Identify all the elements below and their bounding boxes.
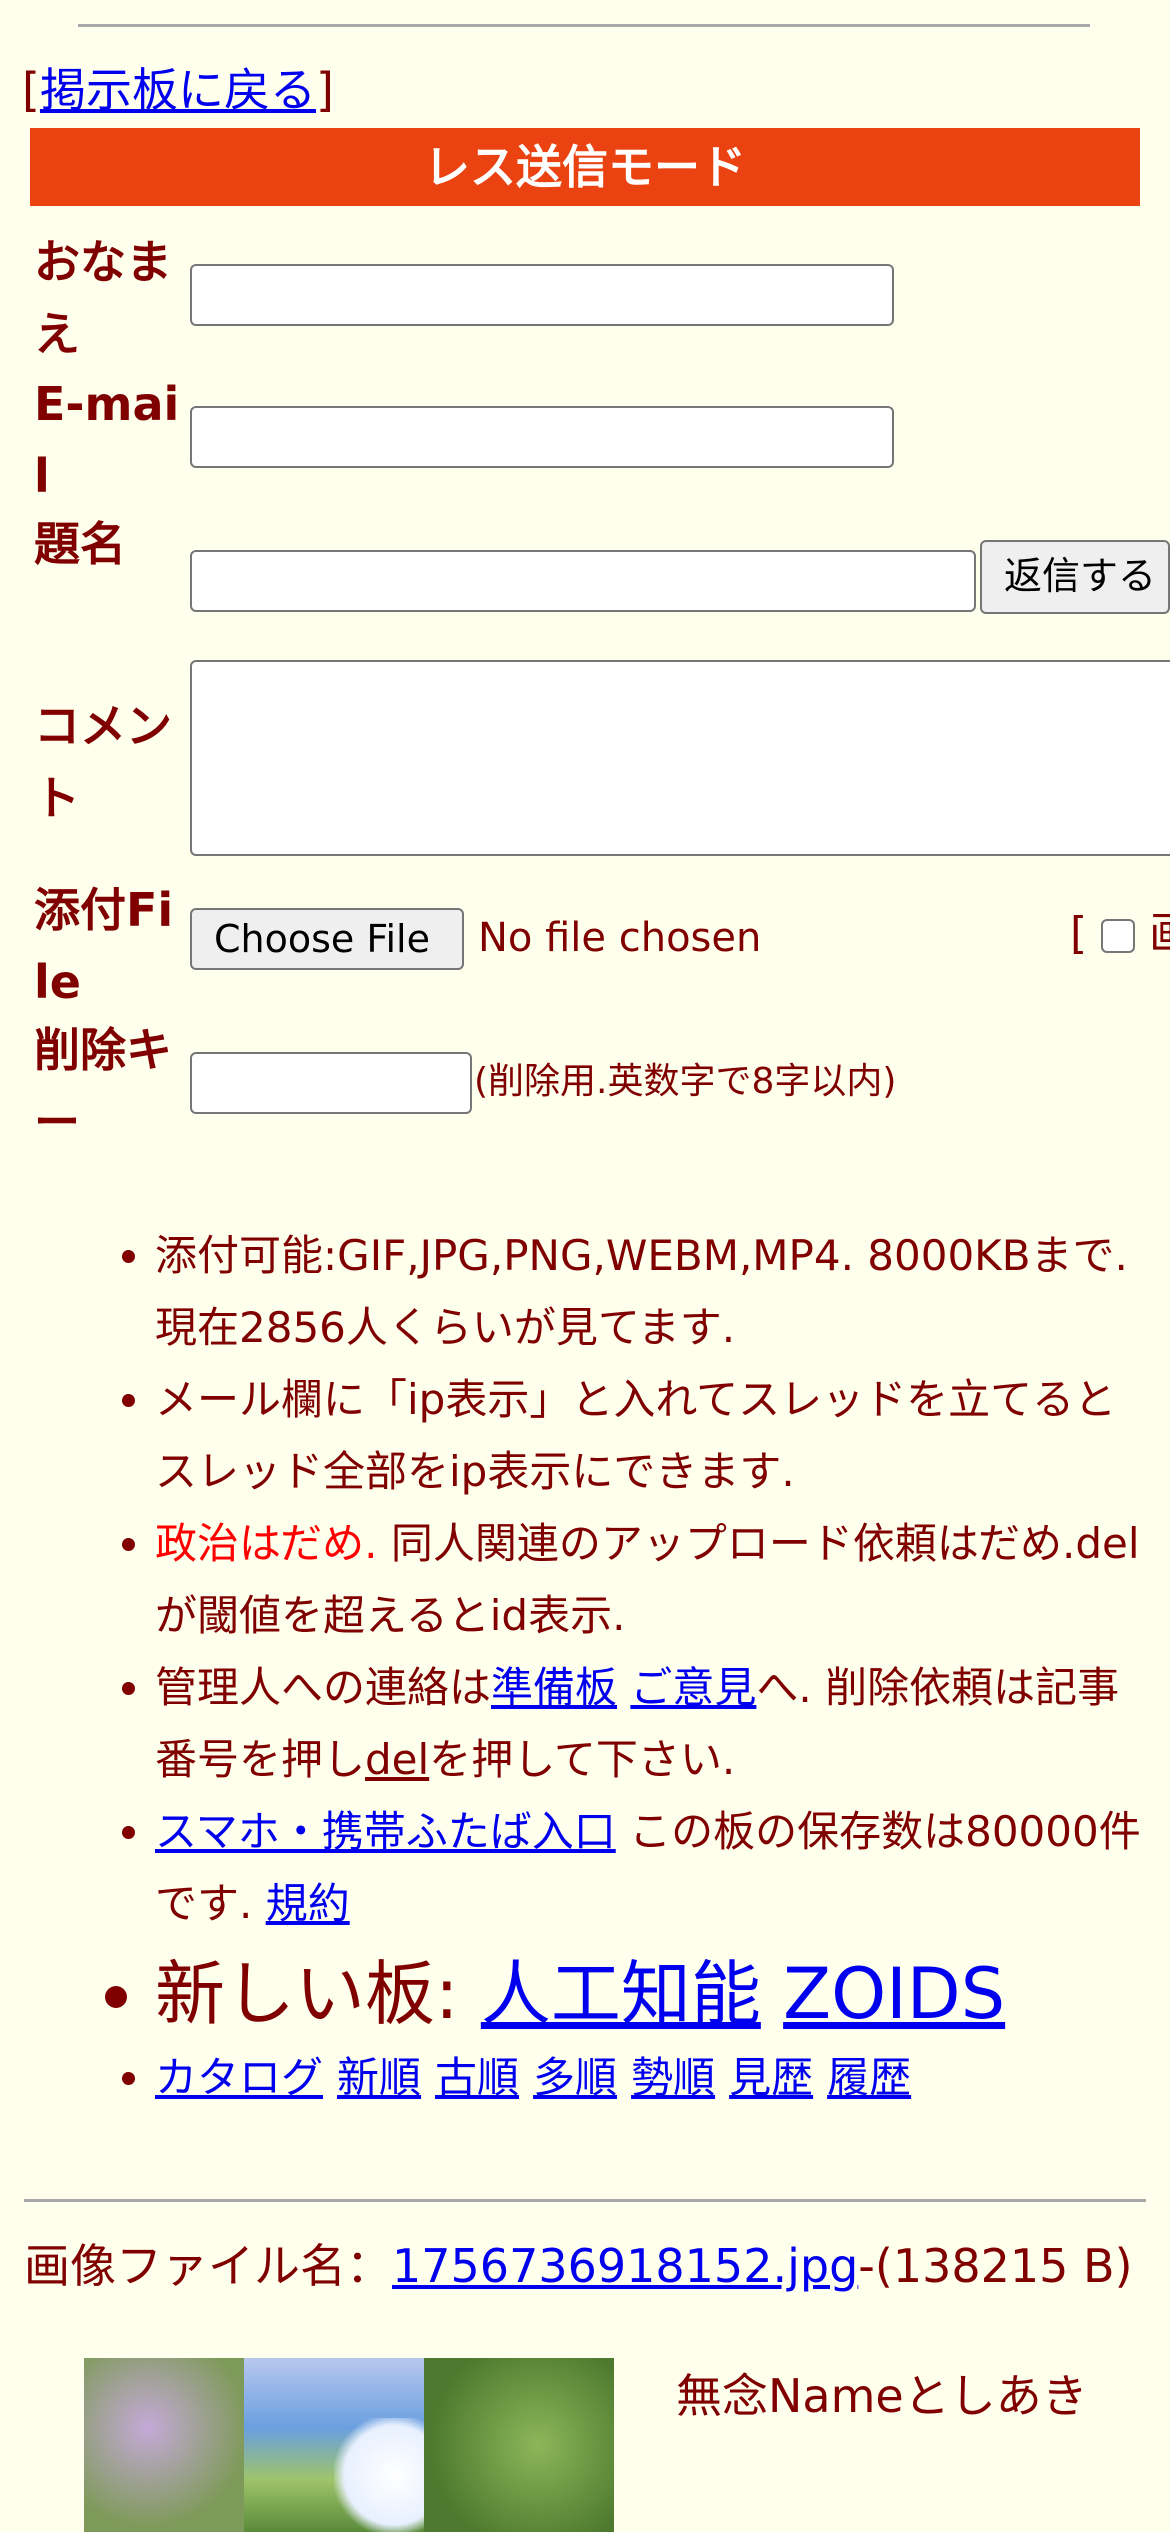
image-option-checkbox[interactable] [1101, 919, 1136, 953]
mobile-entrance-link[interactable]: スマホ・携帯ふたば入口 [155, 1807, 616, 1856]
history-link[interactable]: 履歴 [827, 2053, 911, 2102]
email-label: E-mail [34, 377, 180, 503]
note-attachments: 添付可能:GIF,JPG,PNG,WEBM,MP4. 8000KBまで. 現在2… [155, 1220, 1155, 1364]
new-board-ai-link[interactable]: 人工知能 [481, 1953, 761, 2035]
note-ip-display: メール欄に「ip表示」と入れてスレッドを立てるとスレッド全部をip表示にできます… [155, 1364, 1155, 1508]
viewed-history-link[interactable]: 見歴 [729, 2053, 813, 2102]
no-file-chosen-text: No file chosen [478, 915, 762, 961]
image-option: [ 画 [1070, 910, 1170, 958]
back-to-board-link[interactable]: 掲示板に戻る [40, 63, 316, 117]
note-new-boards: 新しい板: 人工知能 ZOIDS [155, 1946, 1155, 2042]
comment-label: コメント [34, 699, 172, 825]
delete-key-hint: (削除用.英数字で8字以内) [474, 1061, 897, 1102]
sort-new-link[interactable]: 新順 [337, 2053, 421, 2102]
post-divider [24, 2199, 1146, 2202]
thumbnail-tree-left [84, 2358, 244, 2532]
new-board-zoids-link[interactable]: ZOIDS [783, 1953, 1005, 2035]
terms-link[interactable]: 規約 [266, 1879, 350, 1928]
post-file-info: 画像ファイル名：1756736918152.jpg-(138215 B) [24, 2239, 1133, 2293]
note-rules: 政治はだめ. 同人関連のアップロード依頼はだめ.delが閾値を超えるとid表示. [155, 1508, 1155, 1652]
comment-textarea[interactable] [190, 660, 1170, 856]
top-divider [78, 24, 1090, 27]
note-sort-links: カタログ新順古順多順勢順見歴履歴 [155, 2042, 1155, 2114]
post-image-file-link[interactable]: 1756736918152.jpg [392, 2239, 858, 2293]
choose-file-button[interactable]: Choose File [190, 908, 464, 970]
prep-board-link[interactable]: 準備板 [491, 1663, 617, 1712]
feedback-link[interactable]: ご意見 [630, 1663, 756, 1712]
sort-old-link[interactable]: 古順 [435, 2053, 519, 2102]
back-nav: [掲示板に戻る] [22, 63, 334, 117]
post-poster-name: 無念Nameとしあき [676, 2369, 1088, 2423]
thumbnail-tree-right [424, 2358, 614, 2532]
email-input[interactable] [190, 406, 894, 468]
reply-submit-button[interactable]: 返信する [980, 540, 1170, 614]
name-input[interactable] [190, 264, 894, 326]
catalog-link[interactable]: カタログ [155, 2053, 323, 2102]
reply-mode-header: レス送信モード [30, 128, 1140, 206]
note-mobile: スマホ・携帯ふたば入口 この板の保存数は80000件です. 規約 [155, 1796, 1155, 1940]
file-label: 添付File [34, 883, 174, 1009]
delete-key-label: 削除キー [34, 1023, 172, 1149]
sort-many-link[interactable]: 多順 [533, 2053, 617, 2102]
delete-key-input[interactable] [190, 1052, 472, 1114]
name-label: おなまえ [34, 235, 172, 361]
board-notes-list: 添付可能:GIF,JPG,PNG,WEBM,MP4. 8000KBまで. 現在2… [0, 1220, 1155, 2114]
subject-label: 題名 [34, 517, 126, 571]
note-contact: 管理人への連絡は準備板 ご意見へ. 削除依頼は記事番号を押しdelを押して下さい… [155, 1652, 1155, 1796]
post-image-thumbnail[interactable] [84, 2358, 614, 2532]
del-link[interactable]: del [365, 1735, 429, 1784]
subject-input[interactable] [190, 550, 976, 612]
sort-momentum-link[interactable]: 勢順 [631, 2053, 715, 2102]
